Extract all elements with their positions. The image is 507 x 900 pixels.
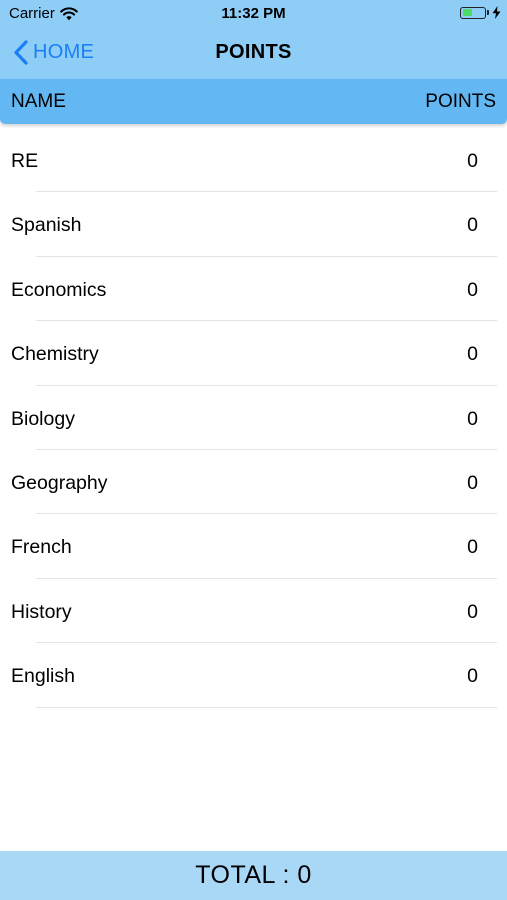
battery-indicator [460,6,501,19]
table-row[interactable]: RE 0 [0,128,507,193]
status-time: 11:32 PM [221,5,286,22]
table-row[interactable]: History 0 [0,579,507,644]
page-title: POINTS [215,41,292,63]
table-row[interactable]: Biology 0 [0,386,507,451]
subject-points: 0 [467,665,478,688]
subject-name: RE [11,150,39,172]
subject-points: 0 [467,214,478,237]
subject-points: 0 [467,471,478,494]
top-bar: Carrier 11:32 PM HOME POINTS [0,0,507,79]
subject-name: Spanish [11,214,82,237]
subject-points: 0 [467,600,478,623]
subject-name: History [11,600,72,623]
charging-bolt-icon [492,6,501,19]
navigation-bar: HOME POINTS [0,28,507,79]
table-row[interactable]: Geography 0 [0,450,507,515]
table-row[interactable]: Spanish 0 [0,192,507,258]
subject-name: Economics [11,278,107,301]
subject-name: French [11,536,72,559]
subject-points: 0 [467,407,478,430]
subject-name: Chemistry [11,343,99,366]
table-row[interactable]: English 0 [0,643,507,708]
subject-name: Geography [11,471,108,494]
table-header: NAME POINTS [0,79,507,124]
table-row[interactable]: Chemistry 0 [0,321,507,386]
battery-charging-icon [460,6,486,19]
column-header-points: POINTS [425,91,496,112]
subject-points: 0 [467,343,478,366]
subject-name: English [11,665,75,688]
total-points-label: TOTAL : 0 [195,861,312,889]
column-header-name: NAME [11,91,66,112]
subject-name: Biology [11,407,75,430]
subject-points-list: RE 0 Spanish 0 Economics 0 Chemistry 0 B… [0,128,507,708]
table-row[interactable]: Economics 0 [0,257,507,322]
subject-points: 0 [467,536,478,559]
total-footer: TOTAL : 0 [0,851,507,900]
subject-points: 0 [467,150,478,172]
subject-points: 0 [467,278,478,301]
status-bar: Carrier 11:32 PM [0,0,507,28]
table-row[interactable]: French 0 [0,514,507,580]
